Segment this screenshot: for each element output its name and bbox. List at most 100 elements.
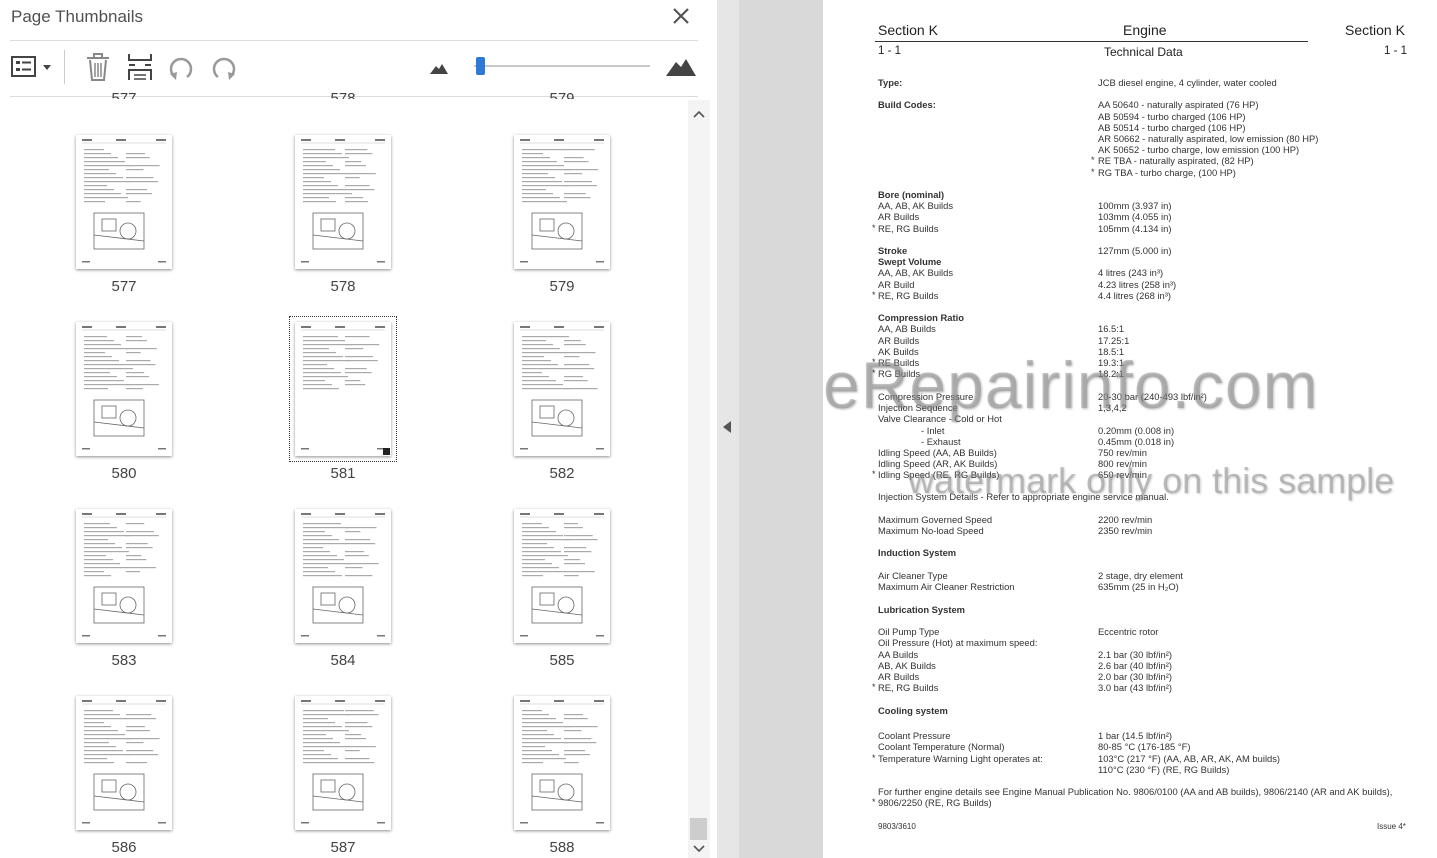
thumbnail-page-number: 586 <box>111 839 137 856</box>
slider-handle[interactable] <box>476 57 485 75</box>
insert-page-button[interactable] <box>126 52 154 82</box>
spec-label: AR Builds <box>878 335 920 346</box>
insert-page-icon <box>128 54 152 80</box>
spec-value: 2200 rev/min <box>1098 514 1153 525</box>
spec-label: Maximum Air Cleaner Restriction <box>878 581 1015 592</box>
divider <box>10 40 698 41</box>
zoom-out-thumbnails-button[interactable] <box>428 58 450 88</box>
spec-value: AR 50662 - naturally aspirated, low emis… <box>1098 133 1319 144</box>
spec-label: AR Builds <box>878 671 920 682</box>
delete-pages-button[interactable] <box>84 52 112 82</box>
page-heading: Engine <box>1123 22 1167 38</box>
thumbnail-size-slider[interactable] <box>474 65 650 67</box>
header-rule <box>875 41 1308 42</box>
page-thumbnail[interactable] <box>76 322 172 456</box>
page-thumbnail[interactable] <box>295 135 391 269</box>
trash-icon <box>87 53 109 81</box>
page-thumbnail[interactable] <box>295 509 391 643</box>
spec-label: - Inlet <box>921 425 945 436</box>
revision-marker: * <box>872 469 876 479</box>
page-thumbnail[interactable] <box>514 322 610 456</box>
close-panel-button[interactable] <box>669 4 693 28</box>
scroll-up-icon[interactable] <box>688 106 710 124</box>
revision-marker: * <box>872 753 876 763</box>
spec-value: 750 rev/min <box>1098 447 1147 458</box>
footer-left: 9803/3610 <box>878 822 916 831</box>
rotate-clockwise-button[interactable] <box>208 52 238 82</box>
spec-value: 17.25:1 <box>1098 335 1130 346</box>
spec-value: 2.6 bar (40 lbf/in²) <box>1098 660 1172 671</box>
revision-marker: * <box>872 797 876 807</box>
spec-label: AA, AB, AK Builds <box>878 267 954 278</box>
thumbnail-page-number: 578 <box>330 278 356 295</box>
page-thumbnail[interactable] <box>514 696 610 830</box>
spec-value: JCB diesel engine, 4 cylinder, water coo… <box>1098 77 1277 88</box>
zoom-in-icon <box>666 59 696 76</box>
spec-value: 2.1 bar (30 lbf/in²) <box>1098 649 1172 660</box>
zoom-in-thumbnails-button[interactable] <box>664 52 698 82</box>
page-number-right: 1 - 1 <box>1384 45 1408 57</box>
page-number-left: 1 - 1 <box>878 45 902 57</box>
scrollbar-thumb[interactable] <box>690 818 707 840</box>
page-thumbnail[interactable] <box>295 696 391 830</box>
footnote: For further engine details see Engine Ma… <box>878 786 1393 797</box>
spec-value: 2 stage, dry element <box>1098 570 1183 581</box>
spec-label: AA, AB, AK Builds <box>878 200 954 211</box>
page-thumbnail[interactable] <box>514 135 610 269</box>
page-options-icon <box>11 56 51 77</box>
page-preview-icon <box>520 326 604 450</box>
page-thumbnail[interactable] <box>76 135 172 269</box>
page-preview-icon <box>520 700 604 824</box>
page-options-button[interactable] <box>10 52 56 82</box>
spec-value: 1 bar (14.5 lbf/in²) <box>1098 730 1172 741</box>
revision-marker: * <box>872 223 876 233</box>
spec-value: 2.0 bar (30 lbf/in²) <box>1098 671 1172 682</box>
scroll-down-icon[interactable] <box>688 840 710 858</box>
spec-value: AA 50640 - naturally aspirated (76 HP) <box>1098 99 1259 110</box>
spec-value: 3.0 bar (43 lbf/in²) <box>1098 682 1172 693</box>
spec-value: 127mm (5.000 in) <box>1098 245 1172 256</box>
rotate-counterclockwise-button[interactable] <box>167 52 197 82</box>
spec-label: AB, AK Builds <box>878 660 936 671</box>
page-thumbnail[interactable] <box>76 509 172 643</box>
page-preview-icon <box>301 513 385 637</box>
spec-value: 4 litres (243 in³) <box>1098 267 1164 278</box>
spec-label: Swept Volume <box>878 256 942 267</box>
thumbnail-page-number: 583 <box>111 652 137 669</box>
spec-label: Idling Speed (AA, AB Builds) <box>878 447 997 458</box>
section-label-left: Section K <box>878 22 938 38</box>
spec-label: Build Codes: <box>878 99 936 110</box>
spec-value: RE TBA - naturally aspirated, (82 HP) <box>1098 155 1254 166</box>
page-thumbnail[interactable] <box>514 509 610 643</box>
spec-value: 0.20mm (0.008 in) <box>1098 425 1175 436</box>
spec-value: 635mm (25 in H₂O) <box>1098 581 1179 592</box>
spec-label: RE, RG Builds <box>878 223 939 234</box>
page-thumbnail[interactable] <box>76 696 172 830</box>
spec-value: 105mm (4.134 in) <box>1098 223 1172 234</box>
spec-label: Induction System <box>878 547 957 558</box>
spec-label: AA, AB Builds <box>878 323 936 334</box>
thumbnail-page-number: 582 <box>549 465 575 482</box>
panel-splitter[interactable] <box>717 0 739 858</box>
footer-right: Issue 4* <box>1377 822 1406 831</box>
thumbnail-page-number: 580 <box>111 465 137 482</box>
thumbnails-scrollbar[interactable] <box>688 100 710 858</box>
spec-label: Air Cleaner Type <box>878 570 948 581</box>
spec-value: 2350 rev/min <box>1098 525 1153 536</box>
spec-value: 16.5:1 <box>1098 323 1125 334</box>
page-preview-icon <box>82 326 166 450</box>
page-thumbnail[interactable] <box>289 316 397 462</box>
page-preview-icon <box>301 700 385 824</box>
spec-label: Compression Ratio <box>878 312 964 323</box>
page-preview-icon <box>520 139 604 263</box>
thumbnail-page-number: 585 <box>549 652 575 669</box>
footnote-continued: 9806/2250 (RE, RG Builds) <box>878 797 992 808</box>
section-label-right: Section K <box>1345 22 1405 38</box>
thumbnail-label-partial: 577 <box>111 90 137 99</box>
spec-value: 103°C (217 °F) (AA, AB, AR, AK, AM build… <box>1098 753 1281 764</box>
page-subtitle: Technical Data <box>1104 45 1183 59</box>
spec-value: 100mm (3.937 in) <box>1098 200 1172 211</box>
spec-label: AA Builds <box>878 649 919 660</box>
thumbnail-page-number: 577 <box>111 278 137 295</box>
collapse-panel-icon[interactable] <box>717 417 739 437</box>
